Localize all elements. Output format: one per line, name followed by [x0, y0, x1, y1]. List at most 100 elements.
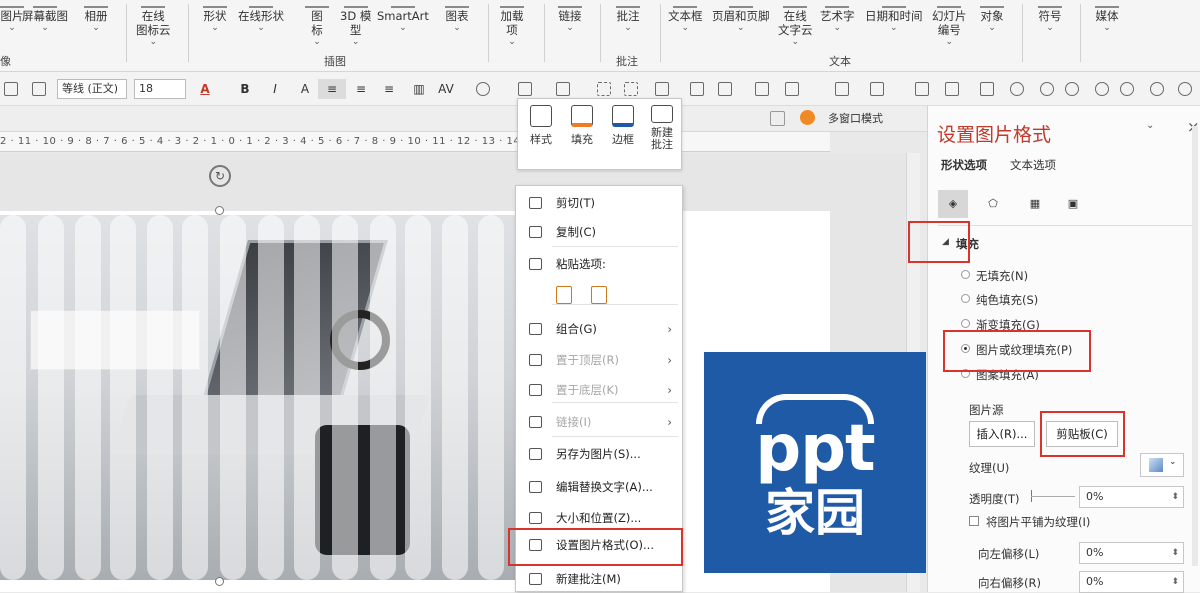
resize-handle-top[interactable]: [215, 206, 224, 215]
tab-text-options[interactable]: 文本选项: [1010, 157, 1056, 173]
pane-options-chevron-icon[interactable]: ⌄: [1146, 120, 1154, 131]
font-color-button[interactable]: A: [196, 79, 214, 99]
select-pane-icon[interactable]: [770, 111, 785, 126]
ribbon-button[interactable]: 艺术字 ⌄: [820, 0, 855, 33]
ribbon-button[interactable]: 批注 ⌄: [616, 0, 640, 33]
ribbon-button[interactable]: 图片 ⌄: [0, 0, 24, 33]
align-center-button[interactable]: ≡: [318, 79, 346, 99]
oval-icon[interactable]: [1065, 82, 1079, 96]
arc-icon[interactable]: [1178, 82, 1192, 96]
insert-button[interactable]: 插入(R)...: [969, 421, 1035, 447]
texture-picker[interactable]: ⌄: [1140, 453, 1184, 477]
ribbon-button[interactable]: 幻灯片 编号 ⌄: [932, 0, 967, 47]
ribbon-button[interactable]: 在线形状 ⌄: [238, 0, 284, 33]
ribbon-button[interactable]: 在线 图标云 ⌄: [136, 0, 171, 47]
context-menu-item[interactable]: 另存为图片(S)...: [516, 442, 682, 466]
offset-right-input[interactable]: 0%: [1079, 571, 1184, 593]
arrange-icon[interactable]: [624, 82, 638, 96]
columns-button[interactable]: ▥: [410, 79, 428, 99]
effects-tab-icon[interactable]: ⬠: [978, 190, 1008, 218]
new-comment-button[interactable]: 新建 批注: [644, 105, 680, 151]
subtract-icon[interactable]: [1010, 82, 1024, 96]
border-button[interactable]: 边框: [605, 105, 641, 147]
fill-button[interactable]: 填充: [564, 105, 600, 147]
ribbon-button[interactable]: 对象 ⌄: [980, 0, 1004, 33]
paste-option-icon[interactable]: [556, 286, 572, 304]
crop-icon[interactable]: [655, 82, 669, 96]
fill-line-tab-icon[interactable]: ◈: [938, 190, 968, 218]
donut-icon[interactable]: [1120, 82, 1134, 96]
context-menu-item[interactable]: 复制(C): [516, 220, 682, 244]
picture-tab-icon[interactable]: ▣: [1058, 190, 1088, 218]
union-icon[interactable]: [870, 82, 884, 96]
rotate-handle-icon[interactable]: ↻: [209, 165, 231, 187]
ribbon-button[interactable]: 图标 ⌄: [305, 0, 329, 47]
selected-picture[interactable]: [0, 215, 515, 580]
italic-button[interactable]: I: [268, 79, 282, 99]
context-menu-item[interactable]: 组合(G) ›: [516, 317, 682, 341]
settings-icon[interactable]: [800, 110, 815, 125]
context-menu-item[interactable]: 大小和位置(Z)...: [516, 506, 682, 530]
ribbon-button[interactable]: 媒体 ⌄: [1095, 0, 1119, 33]
ring-icon[interactable]: [1095, 82, 1109, 96]
offset-left-input[interactable]: 0%: [1079, 542, 1184, 564]
combine-icon[interactable]: [945, 82, 959, 96]
ribbon-button[interactable]: SmartArt ⌄: [377, 0, 429, 33]
shape-fill-icon[interactable]: [476, 82, 490, 96]
context-menu-item[interactable]: 链接(I) ›: [516, 410, 682, 434]
tab-shape-options[interactable]: 形状选项: [941, 157, 987, 173]
context-menu-item[interactable]: 编辑替换文字(A)...: [516, 475, 682, 499]
font-size-up-button[interactable]: A: [296, 79, 314, 99]
fill-radio[interactable]: [961, 270, 970, 279]
ribbon-button[interactable]: 在线 文字云 ⌄: [778, 0, 813, 47]
multi-window-button[interactable]: 多窗口模式: [828, 110, 883, 126]
pane-scrollbar[interactable]: [1192, 126, 1198, 566]
ribbon-button[interactable]: 形状 ⌄: [203, 0, 227, 33]
font-name-select[interactable]: 等线 (正文): [57, 79, 127, 99]
size-tab-icon[interactable]: ▦: [1020, 190, 1050, 218]
outline-pen-icon[interactable]: [556, 82, 570, 96]
intersect-icon[interactable]: [915, 82, 929, 96]
fill-radio[interactable]: [961, 319, 970, 328]
char-spacing-button[interactable]: AV: [435, 79, 457, 99]
font-size-select[interactable]: 18: [134, 79, 186, 99]
align-objects-icon[interactable]: [690, 82, 704, 96]
bold-button[interactable]: B: [238, 79, 252, 99]
resize-handle-bottom[interactable]: [215, 577, 224, 586]
pie-icon[interactable]: [1150, 82, 1164, 96]
fill-radio[interactable]: [961, 294, 970, 303]
style-button[interactable]: 样式: [523, 105, 559, 147]
ribbon-button[interactable]: 加载项 ⌄: [500, 0, 524, 47]
ribbon-button[interactable]: 文本框 ⌄: [668, 0, 703, 33]
ribbon-button[interactable]: 屏幕截图 ⌄: [22, 0, 68, 33]
menu-item-icon: [529, 448, 542, 460]
ribbon-button[interactable]: 相册 ⌄: [84, 0, 108, 33]
transparency-input[interactable]: 0%: [1079, 486, 1184, 508]
group-icon[interactable]: [785, 82, 799, 96]
context-menu-item[interactable]: 置于底层(K) ›: [516, 378, 682, 402]
circle-icon[interactable]: [1040, 82, 1054, 96]
ribbon-button[interactable]: 图表 ⌄: [445, 0, 469, 33]
shape-merge-icon[interactable]: [835, 82, 849, 96]
context-menu-item[interactable]: 剪切(T): [516, 191, 682, 215]
rotate-icon[interactable]: [755, 82, 769, 96]
select-icon[interactable]: [597, 82, 611, 96]
paste-option-icon[interactable]: [591, 286, 607, 304]
context-menu-item[interactable]: 粘贴选项:: [516, 252, 682, 276]
ribbon-button[interactable]: 链接 ⌄: [558, 0, 582, 33]
justify-button[interactable]: ≡: [352, 79, 370, 99]
align-right-icon[interactable]: [32, 82, 46, 96]
fragment-icon[interactable]: [980, 82, 994, 96]
ribbon-button[interactable]: 页眉和页脚 ⌄: [712, 0, 770, 33]
ribbon-button[interactable]: 符号 ⌄: [1038, 0, 1062, 33]
fill-bucket-icon[interactable]: [518, 82, 532, 96]
ribbon-button[interactable]: 日期和时间 ⌄: [865, 0, 923, 33]
menu-item-icon: [529, 258, 542, 270]
distribute-objects-icon[interactable]: [718, 82, 732, 96]
context-menu-item[interactable]: 置于顶层(R) ›: [516, 348, 682, 372]
align-left-icon[interactable]: [4, 82, 18, 96]
tile-checkbox[interactable]: [969, 516, 979, 526]
distribute-button[interactable]: ≡: [380, 79, 398, 99]
context-menu-item[interactable]: 新建批注(M): [516, 567, 682, 591]
ribbon-button[interactable]: 3D 模型 ⌄: [340, 0, 371, 47]
